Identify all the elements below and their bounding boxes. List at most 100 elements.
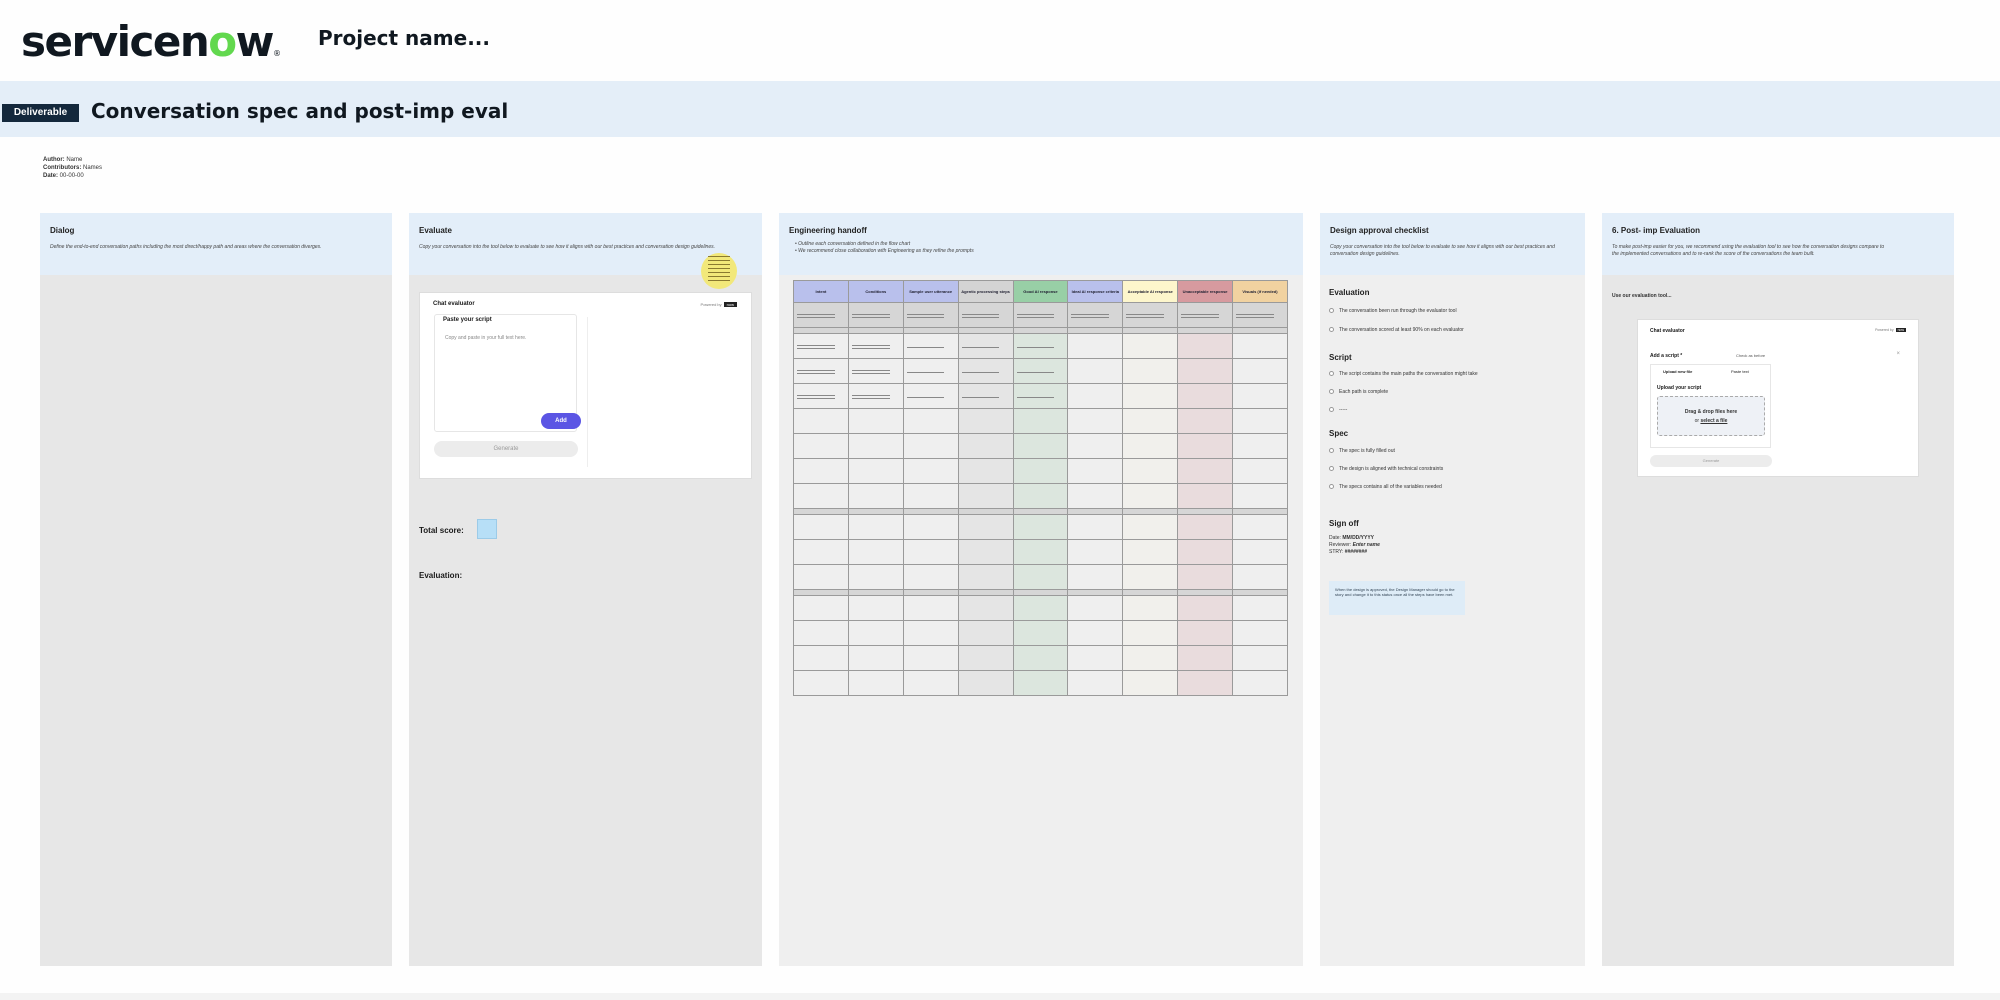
table-cell[interactable] (957, 595, 1014, 621)
table-cell[interactable] (1177, 383, 1233, 409)
table-cell[interactable] (847, 483, 904, 509)
table-cell[interactable] (957, 514, 1014, 540)
table-cell[interactable] (847, 458, 904, 484)
checkbox[interactable] (1329, 448, 1334, 453)
checklist-item[interactable]: The script contains the main paths the c… (1329, 371, 1478, 377)
table-cell[interactable] (1232, 670, 1288, 696)
table-row[interactable] (793, 302, 1288, 328)
table-cell[interactable] (1122, 620, 1179, 646)
table-cell[interactable] (1012, 539, 1069, 565)
checkbox[interactable] (1329, 466, 1334, 471)
table-cell[interactable] (1012, 514, 1069, 540)
table-cell[interactable] (1067, 514, 1124, 540)
table-cell[interactable] (1232, 645, 1288, 671)
checklist-item[interactable]: Each path is complete (1329, 389, 1388, 395)
table-row[interactable] (793, 483, 1288, 509)
table-cell[interactable] (793, 408, 849, 434)
table-cell[interactable] (957, 358, 1014, 384)
table-cell[interactable] (793, 539, 849, 565)
table-cell[interactable] (847, 670, 904, 696)
table-cell[interactable] (793, 358, 849, 384)
table-cell[interactable] (1122, 458, 1179, 484)
table-cell[interactable] (1012, 458, 1069, 484)
table-cell[interactable] (1232, 514, 1288, 540)
table-cell[interactable] (793, 383, 849, 409)
table-cell[interactable] (1067, 539, 1124, 565)
table-cell[interactable] (847, 358, 904, 384)
table-cell[interactable] (1012, 408, 1069, 434)
table-cell[interactable] (793, 333, 849, 359)
table-cell[interactable] (902, 564, 959, 590)
select-file-link[interactable]: select a file (1700, 418, 1727, 424)
checklist-item[interactable]: The specs contains all of the variables … (1329, 484, 1442, 490)
table-cell[interactable] (847, 302, 904, 328)
table-cell[interactable] (793, 433, 849, 459)
table-cell[interactable] (1012, 383, 1069, 409)
table-cell[interactable] (1232, 408, 1288, 434)
table-cell[interactable] (957, 383, 1014, 409)
table-cell[interactable] (1177, 333, 1233, 359)
table-cell[interactable] (1122, 645, 1179, 671)
table-cell[interactable] (957, 333, 1014, 359)
table-cell[interactable] (1067, 408, 1124, 434)
table-cell[interactable] (1122, 433, 1179, 459)
table-cell[interactable] (902, 458, 959, 484)
checkbox[interactable] (1329, 484, 1334, 489)
table-cell[interactable] (1177, 645, 1233, 671)
checklist-item[interactable]: The conversation scored at least 90% on … (1329, 327, 1464, 333)
table-cell[interactable] (1177, 302, 1233, 328)
table-cell[interactable] (1177, 483, 1233, 509)
script-textarea[interactable]: Paste your script Copy and paste in your… (434, 314, 581, 432)
table-cell[interactable] (1122, 333, 1179, 359)
table-cell[interactable] (1177, 670, 1233, 696)
post-imp-column[interactable]: 6. Post- imp Evaluation To make post-imp… (1602, 213, 1954, 966)
table-cell[interactable] (1012, 358, 1069, 384)
add-button[interactable]: Add (541, 413, 581, 429)
table-cell[interactable] (902, 514, 959, 540)
table-cell[interactable] (1122, 358, 1179, 384)
table-row[interactable] (793, 333, 1288, 359)
table-cell[interactable] (1122, 539, 1179, 565)
table-cell[interactable] (1177, 433, 1233, 459)
table-cell[interactable] (957, 458, 1014, 484)
table-cell[interactable] (1232, 620, 1288, 646)
project-name[interactable]: Project name... (318, 26, 490, 50)
table-cell[interactable] (902, 595, 959, 621)
chat-evaluator-card[interactable]: Chat evaluator Powered by now Paste your … (419, 292, 752, 479)
table-cell[interactable] (1122, 408, 1179, 434)
table-cell[interactable] (847, 539, 904, 565)
checkbox[interactable] (1329, 389, 1334, 394)
table-cell[interactable] (1177, 358, 1233, 384)
table-row[interactable] (793, 670, 1288, 696)
tab-upload-file[interactable]: Upload new file (1663, 369, 1692, 374)
table-cell[interactable] (902, 302, 959, 328)
checklist-item[interactable]: The spec is fully filled out (1329, 448, 1395, 454)
sticky-note-icon[interactable] (701, 253, 737, 289)
table-cell[interactable] (793, 564, 849, 590)
table-cell[interactable] (1177, 595, 1233, 621)
table-cell[interactable] (957, 564, 1014, 590)
table-cell[interactable] (957, 483, 1014, 509)
table-cell[interactable] (902, 620, 959, 646)
checkbox[interactable] (1329, 407, 1334, 412)
table-cell[interactable] (957, 539, 1014, 565)
table-cell[interactable] (1122, 670, 1179, 696)
table-row[interactable] (793, 595, 1288, 621)
table-row[interactable] (793, 514, 1288, 540)
dialog-column[interactable]: Dialog Define the end-to-end conversatio… (40, 213, 392, 966)
table-cell[interactable] (793, 645, 849, 671)
table-cell[interactable] (847, 645, 904, 671)
handoff-table[interactable]: Intent Conditions Sample user utterance Age… (793, 280, 1288, 696)
table-cell[interactable] (793, 483, 849, 509)
table-cell[interactable] (1067, 595, 1124, 621)
table-cell[interactable] (793, 620, 849, 646)
table-cell[interactable] (793, 458, 849, 484)
table-cell[interactable] (1012, 670, 1069, 696)
table-row[interactable] (793, 408, 1288, 434)
table-cell[interactable] (847, 564, 904, 590)
table-cell[interactable] (1232, 383, 1288, 409)
approval-note[interactable]: When the design is approved, the Design … (1329, 581, 1465, 615)
table-cell[interactable] (1012, 620, 1069, 646)
table-cell[interactable] (1122, 514, 1179, 540)
table-cell[interactable] (1067, 620, 1124, 646)
